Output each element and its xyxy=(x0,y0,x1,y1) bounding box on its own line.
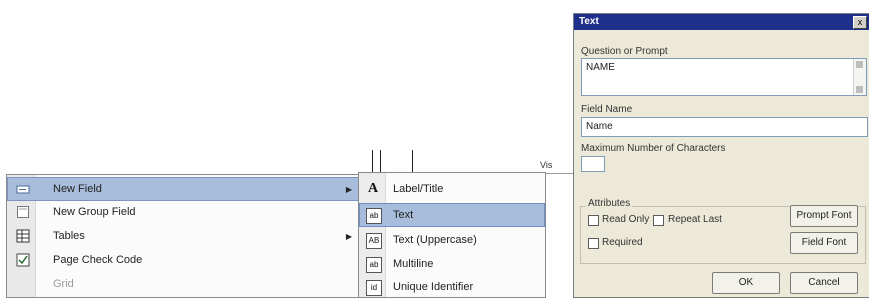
grid-line xyxy=(372,150,373,174)
design-grid: Vis xyxy=(362,150,592,174)
attributes-label: Attributes xyxy=(586,198,633,209)
repeat-last-label: Repeat Last xyxy=(668,214,722,225)
dialog-title: Text xyxy=(579,16,599,27)
read-only-checkbox[interactable] xyxy=(588,215,599,226)
ok-button[interactable]: OK xyxy=(712,272,780,294)
cancel-button[interactable]: Cancel xyxy=(790,272,858,294)
grid-line xyxy=(380,150,381,174)
menu-item-grid[interactable]: Grid xyxy=(8,273,358,295)
grid-line xyxy=(412,150,413,174)
max-chars-input[interactable] xyxy=(581,156,605,172)
submenu-arrow-icon: ▶ xyxy=(345,184,352,194)
question-input[interactable]: NAME xyxy=(581,58,867,96)
prompt-font-button[interactable]: Prompt Font xyxy=(790,205,858,227)
submenu-item-label: Text (Uppercase) xyxy=(393,234,477,246)
new-field-submenu: A Label/Title ab Text AB Text (Uppercase… xyxy=(358,172,546,298)
submenu-item-label: Multiline xyxy=(393,258,434,270)
menu-item-tables[interactable]: Tables ▶ xyxy=(8,225,358,247)
submenu-item-label: Text xyxy=(393,209,414,221)
question-value: NAME xyxy=(586,62,615,73)
close-icon[interactable]: x xyxy=(853,16,867,29)
menu-item-new-field[interactable]: New Field ▶ xyxy=(7,177,359,201)
grid-cell-text: Vis xyxy=(540,160,553,170)
field-name-label: Field Name xyxy=(581,104,633,115)
question-label: Question or Prompt xyxy=(581,46,668,57)
menu-item-label: New Group Field xyxy=(53,206,136,218)
menu-item-label: Tables xyxy=(53,230,85,242)
submenu-item-text-uppercase[interactable]: AB Text (Uppercase) xyxy=(360,229,544,251)
field-font-button[interactable]: Field Font xyxy=(790,232,858,254)
submenu-item-label: Unique Identifier xyxy=(393,281,474,293)
menu-item-new-group-field[interactable]: New Group Field xyxy=(8,201,358,223)
group-field-icon xyxy=(17,206,29,218)
submenu-arrow-icon: ▶ xyxy=(345,231,352,241)
multiline-icon: ab xyxy=(366,257,382,273)
submenu-item-unique-identifier[interactable]: id Unique Identifier xyxy=(360,276,544,298)
submenu-item-text[interactable]: ab Text xyxy=(359,203,545,227)
dialog-titlebar[interactable]: Text x xyxy=(574,14,869,30)
required-checkbox[interactable] xyxy=(588,238,599,249)
submenu-item-label: Label/Title xyxy=(393,183,444,195)
text-field-icon: ab xyxy=(366,208,382,224)
submenu-item-label-title[interactable]: A Label/Title xyxy=(360,178,544,200)
menu-item-label: Grid xyxy=(53,278,74,290)
repeat-last-checkbox[interactable] xyxy=(653,215,664,226)
new-field-icon xyxy=(16,185,30,194)
required-label: Required xyxy=(602,237,643,248)
check-code-icon xyxy=(16,253,30,267)
tables-icon xyxy=(16,229,30,243)
read-only-label: Read Only xyxy=(602,214,650,225)
question-scrollbar[interactable] xyxy=(853,59,866,95)
max-chars-label: Maximum Number of Characters xyxy=(581,143,726,154)
scroll-up-icon[interactable] xyxy=(856,61,863,68)
field-name-value: Name xyxy=(586,121,613,132)
submenu-item-multiline[interactable]: ab Multiline xyxy=(360,253,544,275)
menu-item-label: Page Check Code xyxy=(53,254,143,266)
menu-item-label: New Field xyxy=(53,183,102,195)
text-field-dialog: Text x Question or Prompt NAME Field Nam… xyxy=(573,13,869,298)
text-uppercase-icon: AB xyxy=(366,233,382,249)
scroll-down-icon[interactable] xyxy=(856,86,863,93)
field-name-input[interactable]: Name xyxy=(581,117,868,137)
context-menu: New Field ▶ New Group Field Tables ▶ Pag… xyxy=(6,174,360,298)
menu-item-page-check-code[interactable]: Page Check Code xyxy=(8,249,358,271)
label-title-icon: A xyxy=(367,181,379,196)
unique-identifier-icon: id xyxy=(366,280,382,296)
